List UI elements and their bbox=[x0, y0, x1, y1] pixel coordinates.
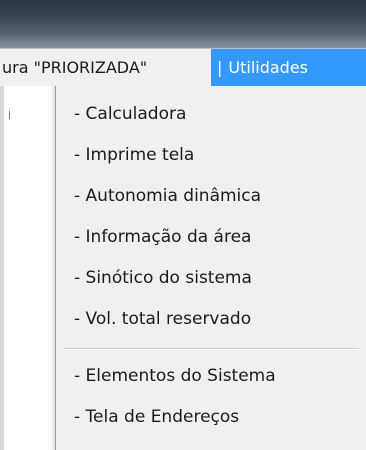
background-tick-mark bbox=[9, 111, 14, 119]
menu-separator: | bbox=[217, 58, 223, 77]
menu-item-autonomia-dinamica[interactable]: - Autonomia dinâmica bbox=[74, 180, 261, 212]
menu-item-imprime-tela[interactable]: - Imprime tela bbox=[74, 139, 194, 171]
menu-item-tela-de-enderecos[interactable]: - Tela de Endereços bbox=[74, 401, 239, 433]
menu-priorizada[interactable]: ura "PRIORIZADA" bbox=[0, 49, 211, 86]
menu-utilidades-label: Utilidades bbox=[228, 58, 309, 77]
menu-utilidades[interactable]: | Utilidades bbox=[211, 49, 366, 86]
menu-item-sinotico-do-sistema[interactable]: - Sinótico do sistema bbox=[74, 262, 252, 294]
title-bar bbox=[0, 0, 366, 48]
menu-priorizada-label: ura "PRIORIZADA" bbox=[2, 58, 148, 77]
menu-item-elementos-do-sistema[interactable]: - Elementos do Sistema bbox=[74, 360, 276, 392]
background-window-strip bbox=[0, 86, 18, 450]
window-edge bbox=[0, 86, 4, 450]
menu-bar: ura "PRIORIZADA" | Utilidades bbox=[0, 48, 366, 86]
menu-item-vol-total-reservado[interactable]: - Vol. total reservado bbox=[74, 303, 251, 335]
menu-item-informacao-da-area[interactable]: - Informação da área bbox=[74, 221, 251, 253]
menu-item-calculadora[interactable]: - Calculadora bbox=[74, 98, 186, 130]
app-window: ura "PRIORIZADA" | Utilidades - Calculado… bbox=[0, 0, 366, 450]
menu-separator-line bbox=[64, 348, 359, 350]
utilidades-dropdown-menu: - Calculadora - Imprime tela - Autonomia… bbox=[55, 86, 366, 450]
